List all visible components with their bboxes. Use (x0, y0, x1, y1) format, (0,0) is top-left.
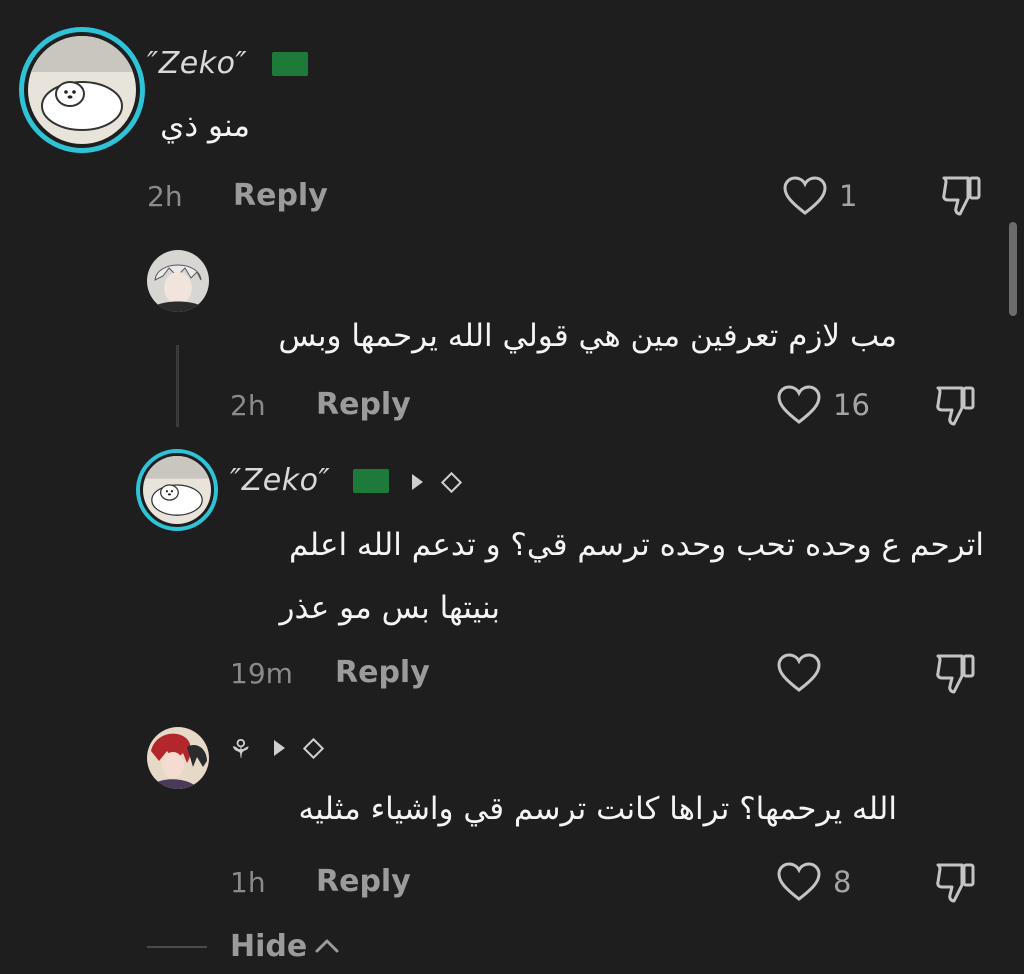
avatar-image (143, 456, 211, 524)
comment-text-line-2: بنيتها بس مو عذر (279, 590, 501, 626)
reply-button[interactable]: Reply (316, 387, 411, 422)
thumbs-down-icon[interactable] (934, 382, 978, 428)
heart-outline-icon[interactable] (776, 861, 822, 903)
hide-replies-button[interactable]: Hide (230, 929, 307, 964)
thumbs-down-icon[interactable] (940, 172, 984, 218)
reply-button[interactable]: Reply (233, 178, 328, 213)
comment-time: 2h (230, 389, 266, 422)
reply-button[interactable]: Reply (316, 864, 411, 899)
avatar-image (147, 250, 209, 312)
comment-time: 19m (230, 657, 293, 690)
thread-line (176, 345, 179, 427)
avatar-image (28, 36, 136, 144)
scrollbar-thumb[interactable] (1009, 222, 1017, 316)
thumbs-down-icon[interactable] (934, 650, 978, 696)
like-count: 16 (833, 388, 870, 422)
comment-text: منو ذي (160, 108, 250, 144)
like-count: 1 (839, 179, 858, 213)
diamond-outline-icon (440, 471, 463, 494)
comment-author[interactable]: ″Zeko″ (230, 463, 330, 498)
heart-outline-icon[interactable] (776, 384, 822, 426)
play-triangle-icon (274, 740, 285, 756)
comment-text-line-1: اترحم ع وحده تحب وحده ترسم قي؟ و تدعم ال… (289, 527, 984, 563)
heart-outline-icon[interactable] (782, 175, 828, 217)
comment-author[interactable]: ″Zeko″ (147, 46, 247, 81)
like-count: 8 (833, 865, 852, 899)
avatar[interactable] (19, 27, 145, 153)
avatar[interactable] (147, 727, 209, 789)
saudi-flag-icon (272, 52, 308, 76)
heart-outline-icon[interactable] (776, 652, 822, 694)
avatar-image (147, 727, 209, 789)
divider (147, 946, 207, 948)
thumbs-down-icon[interactable] (934, 859, 978, 905)
comment-text: مب لازم تعرفين مين هي قولي الله يرحمها و… (278, 318, 897, 354)
chevron-up-icon[interactable] (314, 936, 340, 954)
avatar[interactable] (147, 250, 209, 312)
comment-time: 2h (147, 180, 183, 213)
comment-text: الله يرحمها؟ تراها كانت ترسم قي واشياء م… (298, 791, 897, 827)
reply-button[interactable]: Reply (335, 655, 430, 690)
avatar[interactable] (136, 449, 218, 531)
author-icon[interactable]: ⚘ (229, 735, 252, 765)
comment-time: 1h (230, 866, 266, 899)
saudi-flag-icon (353, 469, 389, 493)
play-triangle-icon (412, 474, 423, 490)
diamond-outline-icon (302, 737, 325, 760)
